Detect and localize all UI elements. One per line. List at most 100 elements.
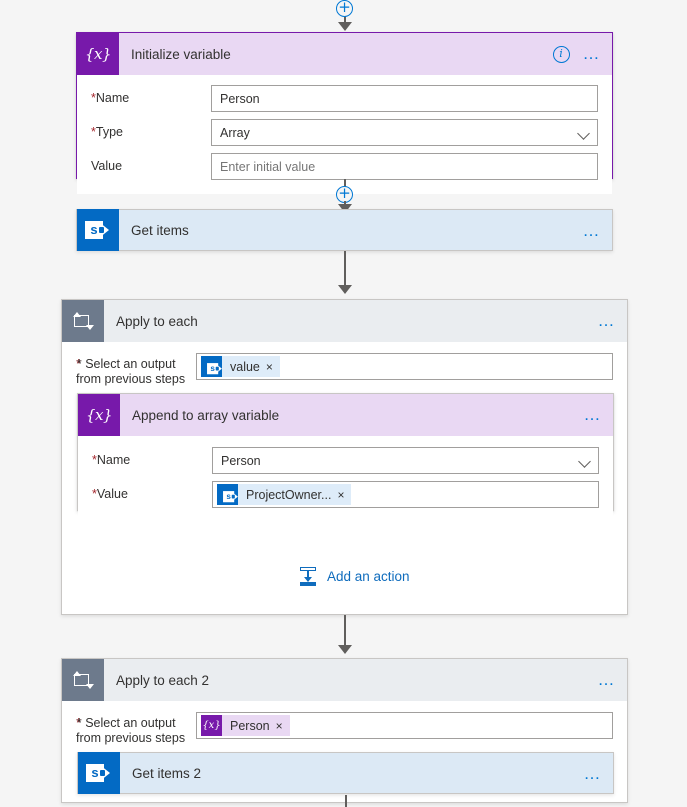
field-row-name: *Name Person xyxy=(91,85,598,112)
token-remove-project-owner[interactable]: × xyxy=(337,488,351,502)
sharepoint-letter-token-value: s xyxy=(209,363,215,374)
select-output-row-apply-to-each: ** Select an output from previous steps … xyxy=(62,342,627,387)
select-output-row-apply-to-each-2: ** Select an output from previous steps … xyxy=(62,701,627,746)
ellipsis-icon-get-items[interactable]: … xyxy=(583,222,603,239)
select-output-input-apply-to-each[interactable]: s value × xyxy=(196,353,613,380)
sharepoint-mark-2: s xyxy=(86,763,112,783)
field-label-text-append-name: Name xyxy=(96,453,131,467)
field-label-text-value: Value xyxy=(91,159,123,173)
plus-glyph-top: + xyxy=(338,0,351,16)
field-row-append-name: *Name Person xyxy=(92,447,599,474)
token-label-project-owner: ProjectOwner... xyxy=(246,487,332,502)
connector-top: + xyxy=(0,0,687,32)
variable-icon-append: {x} xyxy=(78,394,120,436)
loop-mark xyxy=(73,312,94,330)
append-name-dropdown[interactable]: Person xyxy=(212,447,599,474)
variable-icon: {x} xyxy=(77,33,119,75)
card-title-get-items-2: Get items 2 xyxy=(132,765,202,781)
ellipsis-icon-apply-to-each[interactable]: … xyxy=(598,312,618,329)
sharepoint-letter-2: s xyxy=(91,765,99,780)
scope-apply-to-each-2[interactable]: Apply to each 2 … ** Select an output fr… xyxy=(61,658,628,807)
token-value[interactable]: s value × xyxy=(201,356,280,377)
select-output-input-apply-to-each-2[interactable]: {x} Person × xyxy=(196,712,613,739)
append-name-value: Person xyxy=(221,453,261,468)
scope-header-actions-apply-to-each-2: … xyxy=(598,659,618,701)
select-output-label-line1: * Select an output xyxy=(76,357,176,371)
select-output-label-2-line1: * Select an output xyxy=(76,716,176,730)
sharepoint-icon-get-items: s xyxy=(77,209,119,251)
token-label-value: value xyxy=(230,359,260,374)
initial-value-input[interactable]: Enter initial value xyxy=(211,153,598,180)
info-glyph: i xyxy=(559,46,563,60)
card-header-actions-initialize-variable: i … xyxy=(552,33,603,75)
field-label-value: Value xyxy=(91,153,211,174)
field-label-type: *Type xyxy=(91,119,211,140)
info-icon[interactable]: i xyxy=(552,45,570,63)
name-input-value: Person xyxy=(220,91,260,106)
card-header-initialize-variable: {x} Initialize variable i … xyxy=(77,33,612,75)
add-action-icon xyxy=(298,567,318,586)
variable-glyph-token-person: {x} xyxy=(202,720,221,731)
sharepoint-icon-get-items-2: s xyxy=(78,752,120,794)
chevron-down-icon-append-name xyxy=(578,455,591,468)
insert-step-button-top[interactable]: + xyxy=(336,0,353,17)
field-row-value: Value Enter initial value xyxy=(91,153,598,180)
type-dropdown[interactable]: Array xyxy=(211,119,598,146)
scope-title-apply-to-each: Apply to each xyxy=(116,313,198,329)
variable-glyph-append: {x} xyxy=(85,406,113,424)
field-row-append-value: *Value s ProjectOwner... × xyxy=(92,481,599,508)
card-title-initialize-variable: Initialize variable xyxy=(131,46,231,62)
scope-header-apply-to-each-2: Apply to each 2 … xyxy=(62,659,627,701)
card-header-actions-get-items: … xyxy=(583,210,603,252)
ellipsis-icon-apply-to-each-2[interactable]: … xyxy=(598,671,618,688)
select-output-label-line2: from previous steps xyxy=(76,372,186,386)
step-card-get-items-2[interactable]: s Get items 2 … xyxy=(77,752,614,794)
ellipsis-icon-append-to-array[interactable]: … xyxy=(584,406,604,423)
connector-stub-bottom xyxy=(345,795,347,807)
field-label-text-name: Name xyxy=(95,91,130,105)
card-title-append-to-array: Append to array variable xyxy=(132,407,280,423)
loop-icon-apply-to-each xyxy=(62,300,104,342)
connector-getitems-to-applytoeach xyxy=(0,251,687,299)
step-card-initialize-variable[interactable]: {x} Initialize variable i … *Name Person… xyxy=(76,32,613,194)
token-label-person: Person xyxy=(230,718,270,733)
token-person[interactable]: {x} Person × xyxy=(201,715,290,736)
card-header-append-to-array: {x} Append to array variable … xyxy=(78,394,613,436)
card-header-actions-append: … xyxy=(584,394,604,436)
scope-apply-to-each[interactable]: Apply to each … ** Select an output from… xyxy=(61,299,628,615)
ellipsis-icon-initialize-variable[interactable]: … xyxy=(583,45,603,62)
select-output-label-2-line2: from previous steps xyxy=(76,731,186,745)
sharepoint-icon-token-project-owner: s xyxy=(217,484,238,505)
select-output-label-apply-to-each-2: ** Select an output from previous steps xyxy=(76,712,196,746)
initial-value-placeholder: Enter initial value xyxy=(220,159,316,174)
sharepoint-mark: s xyxy=(85,220,111,240)
token-project-owner[interactable]: s ProjectOwner... × xyxy=(217,484,352,505)
add-an-action-label: Add an action xyxy=(327,568,410,584)
sharepoint-letter-token-project-owner: s xyxy=(225,491,231,502)
name-input[interactable]: Person xyxy=(211,85,598,112)
type-dropdown-value: Array xyxy=(220,125,250,140)
step-card-append-to-array-variable[interactable]: {x} Append to array variable … *Name Per… xyxy=(77,393,614,522)
loop-icon-apply-to-each-2 xyxy=(62,659,104,701)
field-label-text-type: Type xyxy=(95,125,123,139)
loop-mark-2 xyxy=(73,671,94,689)
flow-designer-canvas: + {x} Initialize variable i … *Name Pers… xyxy=(0,0,687,807)
token-remove-person[interactable]: × xyxy=(276,719,290,733)
chevron-down-icon-type xyxy=(577,127,590,140)
variable-icon-token-person: {x} xyxy=(201,715,222,736)
field-label-text-append-value: Value xyxy=(96,487,128,501)
append-value-input[interactable]: s ProjectOwner... × xyxy=(212,481,599,508)
token-remove-value[interactable]: × xyxy=(266,360,280,374)
ellipsis-icon-get-items-2[interactable]: … xyxy=(584,765,604,782)
step-card-get-items[interactable]: s Get items … xyxy=(76,209,613,251)
connector-applytoeach-to-applytoeach2 xyxy=(0,615,687,658)
field-label-name: *Name xyxy=(91,85,211,106)
card-title-get-items: Get items xyxy=(131,222,189,238)
select-output-label-apply-to-each: ** Select an output from previous steps xyxy=(76,353,196,387)
field-label-append-value: *Value xyxy=(92,481,212,502)
card-header-actions-get-items-2: … xyxy=(584,753,604,795)
add-an-action-button[interactable]: Add an action xyxy=(298,567,410,586)
variable-glyph: {x} xyxy=(84,45,112,63)
sharepoint-icon-token-value: s xyxy=(201,356,222,377)
sharepoint-letter: s xyxy=(90,222,98,237)
